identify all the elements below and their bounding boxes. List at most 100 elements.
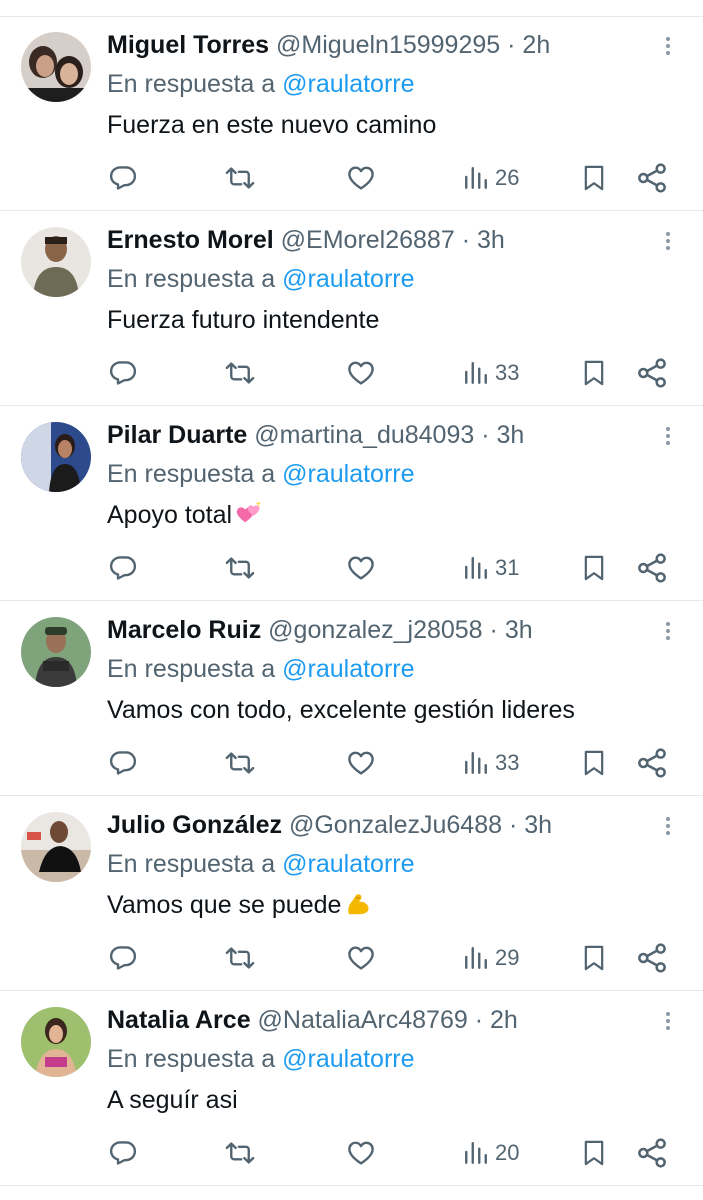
timestamp[interactable]: 2h: [490, 1006, 518, 1034]
share-button[interactable]: [636, 356, 668, 390]
reply-button[interactable]: [108, 356, 138, 390]
reply-tweet[interactable]: Miguel Torres @Migueln15999295 · 2h En r…: [0, 16, 703, 211]
user-name[interactable]: Miguel Torres: [107, 31, 269, 59]
share-icon: [638, 1138, 666, 1168]
reply-tweet[interactable]: Ernesto Morel @EMorel26887 · 3h En respu…: [0, 211, 703, 406]
separator: ·: [481, 421, 490, 449]
retweet-button[interactable]: [224, 746, 256, 780]
views-button[interactable]: 33: [463, 356, 519, 390]
reply-mention-link[interactable]: @raulatorre: [282, 850, 414, 878]
avatar[interactable]: [21, 617, 91, 687]
views-count: 29: [495, 945, 520, 970]
share-button[interactable]: [636, 1136, 668, 1170]
reply-button[interactable]: [108, 161, 138, 195]
reply-button[interactable]: [108, 551, 138, 585]
user-name[interactable]: Pilar Duarte: [107, 421, 247, 449]
tweet-text-content: Fuerza futuro intendente: [107, 306, 380, 334]
reply-icon: [109, 1141, 137, 1165]
share-button[interactable]: [636, 161, 668, 195]
avatar[interactable]: [21, 812, 91, 882]
reply-tweet[interactable]: Julio González @GonzalezJu6488 · 3h En r…: [0, 796, 703, 991]
views-button[interactable]: 20: [463, 1136, 519, 1170]
like-button[interactable]: [346, 941, 376, 975]
retweet-button[interactable]: [224, 356, 256, 390]
flexed-biceps-icon: [348, 894, 369, 915]
reply-mention-link[interactable]: @raulatorre: [282, 70, 414, 98]
user-name[interactable]: Julio González: [107, 811, 282, 839]
tweet-header: Natalia Arce @NataliaArc48769 · 2h: [107, 1003, 518, 1037]
views-button[interactable]: 26: [463, 161, 519, 195]
tweet-header: Ernesto Morel @EMorel26887 · 3h: [107, 223, 505, 257]
reply-icon: [109, 556, 137, 580]
timestamp[interactable]: 3h: [497, 421, 525, 449]
share-button[interactable]: [636, 746, 668, 780]
user-name[interactable]: Marcelo Ruiz: [107, 616, 261, 644]
retweet-button[interactable]: [224, 1136, 256, 1170]
views-button[interactable]: 29: [463, 941, 519, 975]
reply-mention-link[interactable]: @raulatorre: [282, 265, 414, 293]
more-options-icon[interactable]: [661, 619, 675, 649]
reply-button[interactable]: [108, 941, 138, 975]
action-bar: 29: [0, 938, 703, 978]
timestamp[interactable]: 3h: [477, 226, 505, 254]
user-name[interactable]: Natalia Arce: [107, 1006, 251, 1034]
bookmark-button[interactable]: [580, 941, 608, 975]
reply-tweet[interactable]: Marcelo Ruiz @gonzalez_j28058 · 3h En re…: [0, 601, 703, 796]
like-button[interactable]: [346, 161, 376, 195]
avatar[interactable]: [21, 32, 91, 102]
reply-icon: [109, 361, 137, 385]
avatar[interactable]: [21, 1007, 91, 1077]
top-divider: [0, 0, 703, 17]
retweet-icon: [225, 947, 255, 969]
bookmark-button[interactable]: [580, 551, 608, 585]
bookmark-button[interactable]: [580, 1136, 608, 1170]
user-name[interactable]: Ernesto Morel: [107, 226, 274, 254]
reply-context: En respuesta a @raulatorre: [107, 67, 415, 101]
reply-mention-link[interactable]: @raulatorre: [282, 655, 414, 683]
like-button[interactable]: [346, 746, 376, 780]
reply-button[interactable]: [108, 746, 138, 780]
like-icon: [348, 1141, 374, 1165]
like-icon: [348, 946, 374, 970]
timestamp[interactable]: 2h: [522, 31, 550, 59]
like-button[interactable]: [346, 551, 376, 585]
more-options-icon[interactable]: [661, 1009, 675, 1039]
more-options-icon[interactable]: [661, 814, 675, 844]
retweet-button[interactable]: [224, 551, 256, 585]
views-count: 33: [495, 360, 520, 385]
reply-mention-link[interactable]: @raulatorre: [282, 1045, 414, 1073]
timestamp[interactable]: 3h: [505, 616, 533, 644]
share-button[interactable]: [636, 941, 668, 975]
user-handle[interactable]: @EMorel26887: [281, 226, 455, 254]
retweet-button[interactable]: [224, 941, 256, 975]
reply-context: En respuesta a @raulatorre: [107, 457, 415, 491]
retweet-button[interactable]: [224, 161, 256, 195]
user-handle[interactable]: @NataliaArc48769: [258, 1006, 468, 1034]
bookmark-button[interactable]: [580, 161, 608, 195]
user-handle[interactable]: @GonzalezJu6488: [289, 811, 502, 839]
more-options-icon[interactable]: [661, 34, 675, 64]
reply-mention-link[interactable]: @raulatorre: [282, 460, 414, 488]
share-button[interactable]: [636, 551, 668, 585]
like-button[interactable]: [346, 1136, 376, 1170]
reply-context: En respuesta a @raulatorre: [107, 262, 415, 296]
views-button[interactable]: 33: [463, 746, 519, 780]
bookmark-button[interactable]: [580, 746, 608, 780]
avatar[interactable]: [21, 422, 91, 492]
timestamp[interactable]: 3h: [524, 811, 552, 839]
user-handle[interactable]: @Migueln15999295: [276, 31, 500, 59]
more-options-icon[interactable]: [661, 424, 675, 454]
user-handle[interactable]: @gonzalez_j28058: [268, 616, 482, 644]
reply-tweet[interactable]: Natalia Arce @NataliaArc48769 · 2h En re…: [0, 991, 703, 1186]
views-count: 20: [495, 1140, 520, 1165]
more-options-icon[interactable]: [661, 229, 675, 259]
like-button[interactable]: [346, 356, 376, 390]
reply-tweet[interactable]: Pilar Duarte @martina_du84093 · 3h En re…: [0, 406, 703, 601]
reply-button[interactable]: [108, 1136, 138, 1170]
user-handle[interactable]: @martina_du84093: [254, 421, 474, 449]
views-button[interactable]: 31: [463, 551, 519, 585]
avatar[interactable]: [21, 227, 91, 297]
separator: ·: [508, 811, 518, 839]
reply-icon: [109, 751, 137, 775]
bookmark-button[interactable]: [580, 356, 608, 390]
